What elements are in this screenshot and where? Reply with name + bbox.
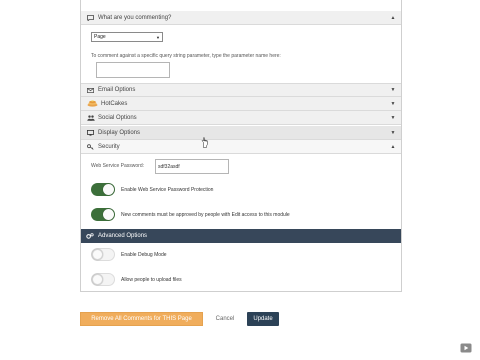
comment-target-value: Page (94, 34, 106, 40)
section-label: Display Options (98, 129, 141, 136)
section-header-display[interactable]: Display Options ▼ (81, 126, 401, 140)
mouse-cursor-icon (201, 137, 208, 148)
web-service-password-input[interactable]: sdf32asdf (155, 159, 229, 174)
update-button[interactable]: Update (247, 312, 279, 326)
query-param-input[interactable] (96, 62, 170, 78)
comment-target-select[interactable]: Page ▼ (91, 32, 163, 42)
cancel-button[interactable]: Cancel (210, 312, 240, 326)
chevron-down-icon: ▼ (390, 129, 396, 136)
section-header-commenting[interactable]: What are you commenting? ▲ (81, 11, 401, 25)
dropdown-arrow-icon: ▼ (156, 34, 160, 40)
upload-files-label: Allow people to upload files (121, 277, 182, 283)
chevron-down-icon: ▼ (390, 100, 396, 107)
video-logo-icon (460, 343, 472, 353)
hotcakes-logo-icon (86, 100, 98, 107)
debug-mode-toggle[interactable] (91, 248, 115, 261)
password-protection-toggle[interactable] (91, 183, 115, 196)
section-header-hotcakes[interactable]: HotCakes ▼ (81, 97, 401, 111)
section-label: Security (98, 143, 120, 150)
section-label: What are you commenting? (98, 14, 172, 21)
section-label: Advanced Options (98, 233, 148, 239)
toggle-knob (103, 184, 114, 195)
gears-icon (86, 233, 95, 239)
envelope-icon (86, 87, 95, 93)
remove-all-comments-button[interactable]: Remove All Comments for THIS Page (80, 312, 203, 326)
toggle-knob (92, 249, 103, 260)
toggle-knob (103, 209, 114, 220)
toggle-knob (92, 274, 103, 285)
comment-icon (86, 14, 95, 21)
approve-comments-toggle[interactable] (91, 208, 115, 221)
module-settings-panel: What are you commenting? ▲ Page ▼ To com… (80, 0, 402, 292)
upload-files-toggle[interactable] (91, 273, 115, 286)
section-label: HotCakes (101, 100, 128, 107)
section-header-email[interactable]: Email Options ▼ (81, 83, 401, 97)
section-label: Email Options (98, 87, 136, 93)
section-header-security[interactable]: Security ▲ (81, 140, 401, 154)
web-service-password-label: Web Service Password: (91, 163, 144, 169)
chevron-down-icon: ▼ (390, 87, 396, 93)
users-icon (86, 114, 95, 121)
debug-mode-label: Enable Debug Mode (121, 252, 167, 258)
section-label: Social Options (98, 114, 137, 121)
section-header-advanced[interactable]: Advanced Options (81, 229, 401, 243)
section-header-social[interactable]: Social Options ▼ (81, 111, 401, 125)
chevron-up-icon: ▲ (390, 14, 396, 21)
query-param-help-text: To comment against a specific query stri… (91, 53, 281, 59)
password-protection-label: Enable Web Service Password Protection (121, 187, 214, 193)
monitor-icon (86, 129, 95, 136)
chevron-up-icon: ▲ (390, 143, 396, 150)
approve-comments-label: New comments must be approved by people … (121, 212, 290, 218)
key-icon (86, 143, 95, 150)
chevron-down-icon: ▼ (390, 114, 396, 121)
